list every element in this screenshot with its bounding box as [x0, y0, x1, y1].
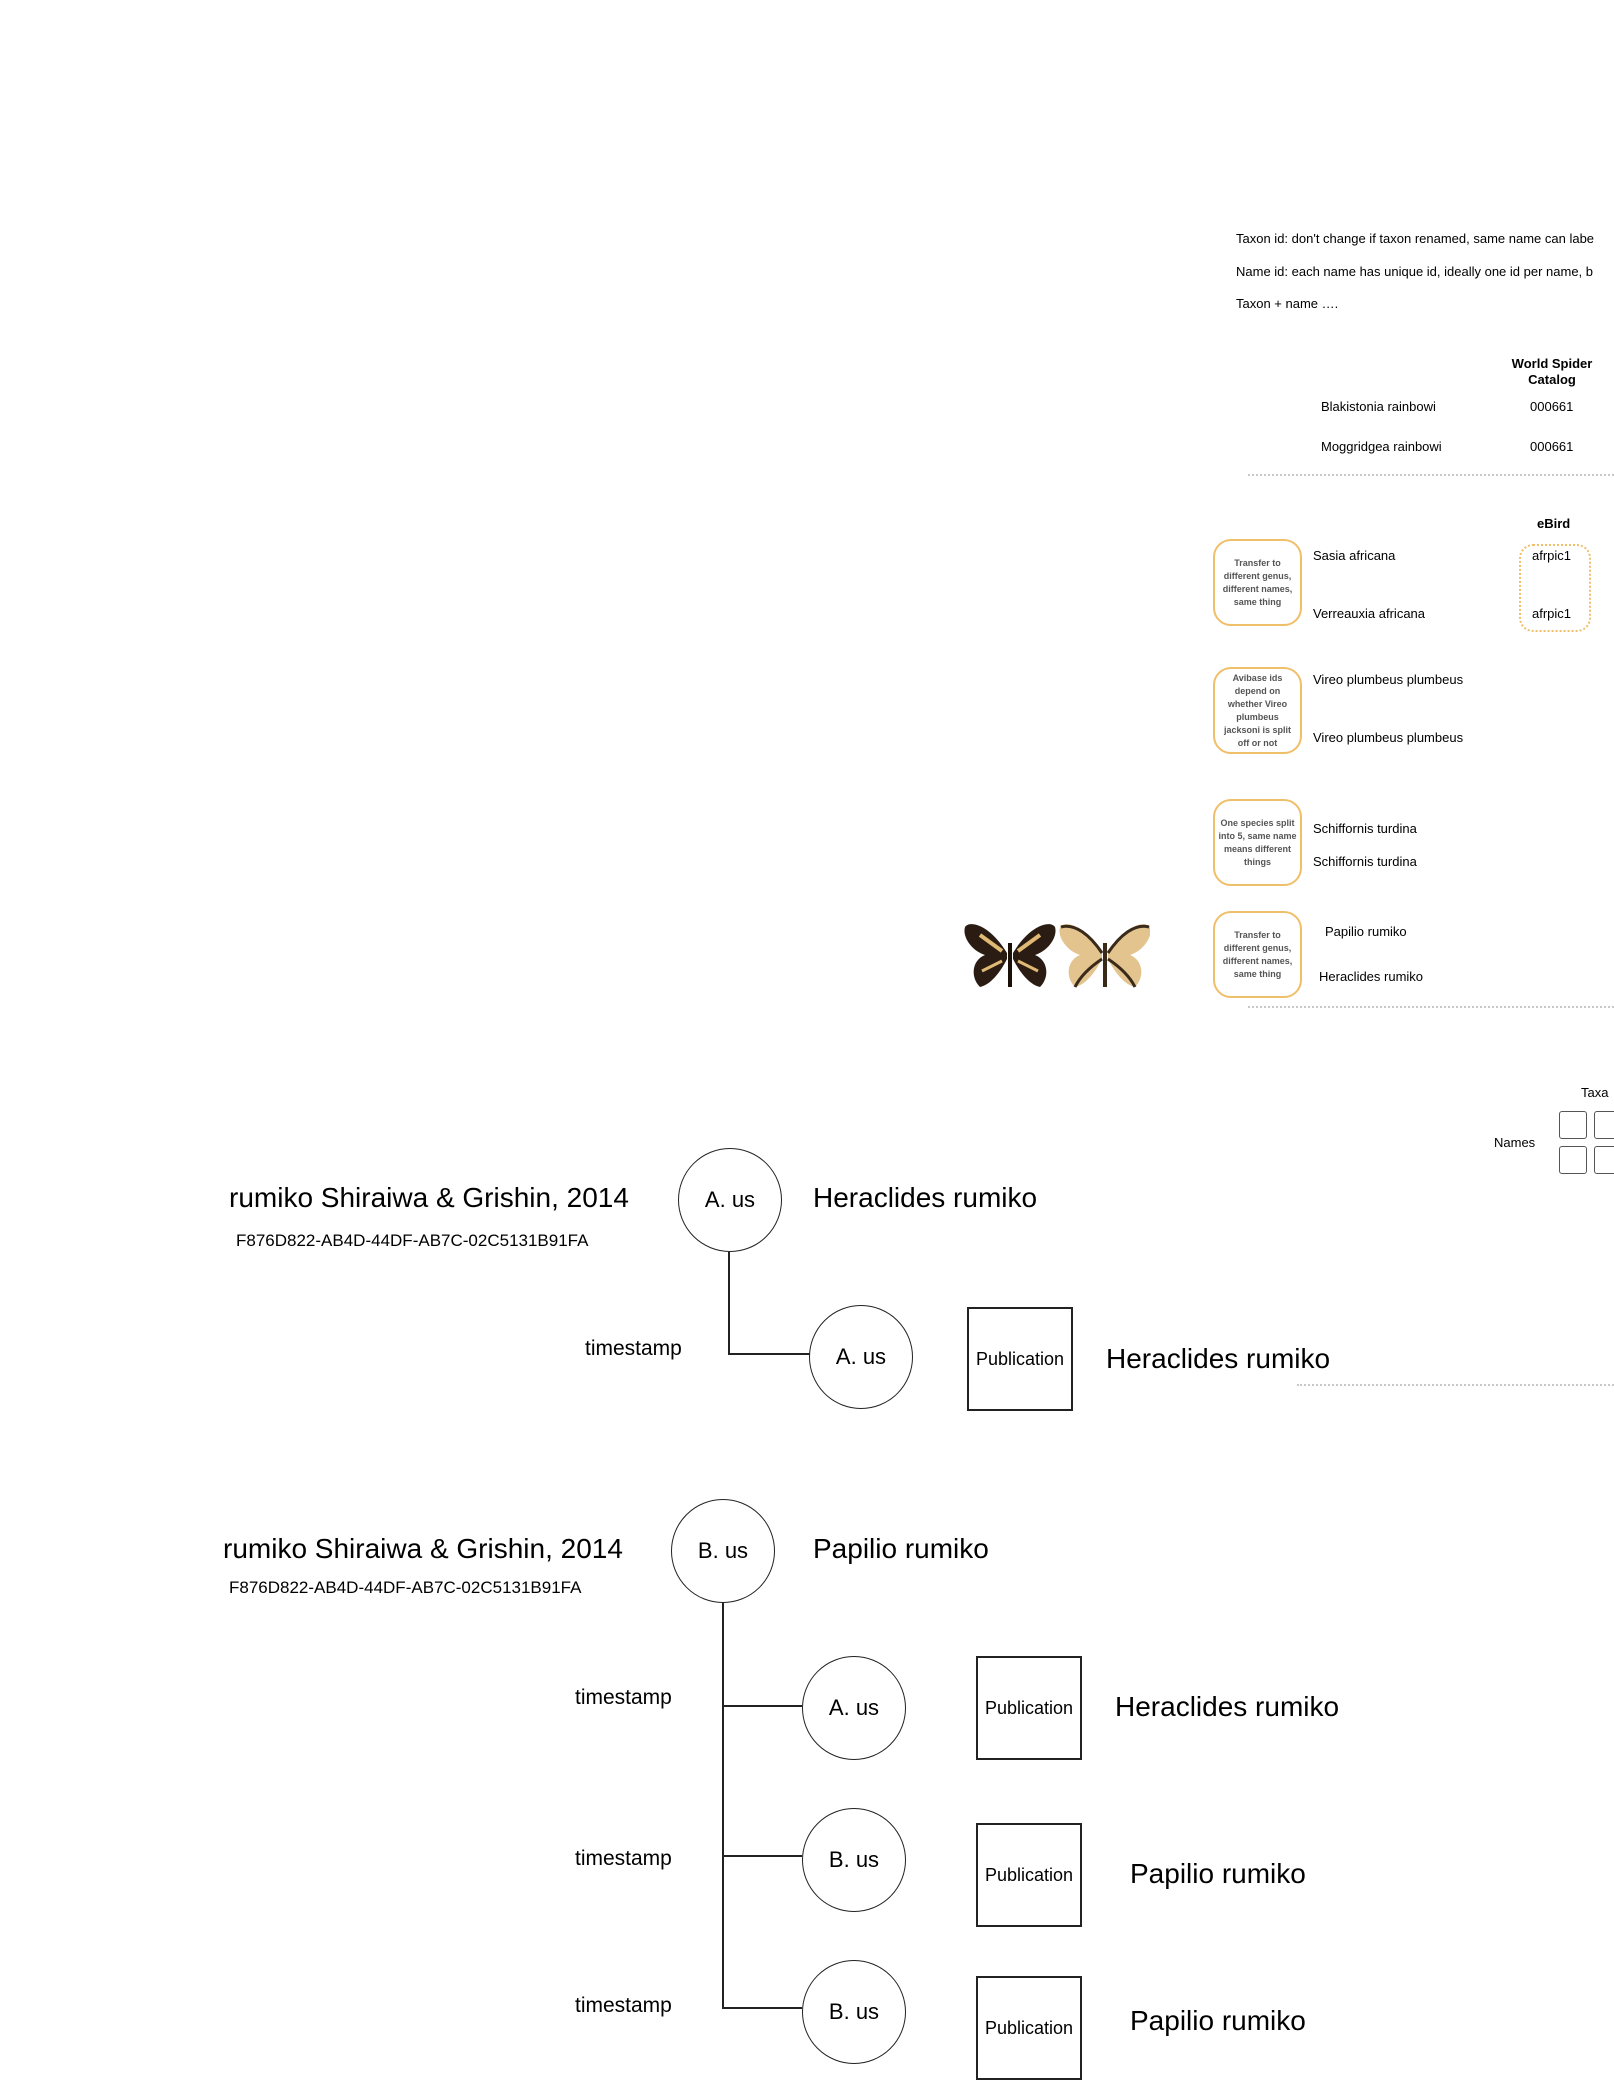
- wsc-name-2: Moggridgea rainbowi: [1321, 439, 1442, 454]
- notes-panel: Taxon id: don't change if taxon renamed,…: [1236, 225, 1614, 325]
- d2-child-name-2: Papilio rumiko: [1130, 1858, 1306, 1889]
- vireo-name-1: Vireo plumbeus plumbeus: [1313, 672, 1464, 687]
- d1-publication-box: Publication: [967, 1307, 1073, 1411]
- papilio-name-1: Papilio rumiko: [1325, 924, 1407, 939]
- callout-transfer-genus-2: Transfer to different genus, different n…: [1213, 911, 1302, 998]
- wsc-name-1: Blakistonia rainbowi: [1321, 399, 1436, 414]
- d1-child-node: A. us: [809, 1305, 913, 1409]
- d2-publication-box-2: Publication: [976, 1823, 1082, 1927]
- d1-title: rumiko Shiraiwa & Grishin, 2014: [229, 1182, 629, 1213]
- grid-cell: [1594, 1111, 1614, 1139]
- d2-title: rumiko Shiraiwa & Grishin, 2014: [223, 1533, 623, 1564]
- grid-cell: [1594, 1146, 1614, 1174]
- d2-uuid: F876D822-AB4D-44DF-AB7C-02C5131B91FA: [229, 1578, 582, 1597]
- d1-root-name: Heraclides rumiko: [813, 1182, 1038, 1213]
- note-taxon-name: Taxon + name ….: [1236, 296, 1339, 311]
- d2-connector-vertical: [722, 1603, 724, 2008]
- d2-root-name: Papilio rumiko: [813, 1533, 989, 1564]
- d2-root-node: B. us: [671, 1499, 775, 1603]
- butterfly-light-icon: [1059, 924, 1150, 988]
- butterfly-dark-icon: [964, 924, 1056, 987]
- d1-connector-horizontal: [728, 1353, 810, 1355]
- callout-species-split: One species split into 5, same name mean…: [1213, 799, 1302, 886]
- d2-timestamp-2: timestamp: [575, 1847, 672, 1870]
- ebird-name-2: Verreauxia africana: [1313, 606, 1426, 621]
- d2-child-node-2: B. us: [802, 1808, 906, 1912]
- d2-publication-box-3: Publication: [976, 1976, 1082, 2080]
- wsc-id-1: 000661: [1530, 399, 1574, 414]
- ebird-header: eBird: [1537, 516, 1571, 531]
- d2-connector-horizontal: [722, 1855, 802, 1857]
- ebird-name-1: Sasia africana: [1313, 548, 1396, 563]
- schiffornis-name-1: Schiffornis turdina: [1313, 821, 1417, 836]
- note-name-id: Name id: each name has unique id, ideall…: [1236, 264, 1593, 279]
- d2-child-node-3: B. us: [802, 1960, 906, 2064]
- callout-avibase: Avibase ids depend on whether Vireo plum…: [1213, 667, 1302, 754]
- divider-2: [1248, 1006, 1614, 1008]
- butterfly-images: [964, 924, 1150, 988]
- d2-child-name-3: Papilio rumiko: [1130, 2005, 1306, 2036]
- d2-publication-box-1: Publication: [976, 1656, 1082, 1760]
- grid-names-label: Names: [1494, 1135, 1536, 1150]
- d1-connector-vertical: [728, 1252, 730, 1355]
- ebird-id-1: afrpic1: [1532, 548, 1572, 563]
- note-taxon-id: Taxon id: don't change if taxon renamed,…: [1236, 231, 1595, 246]
- d2-connector-horizontal: [722, 2007, 802, 2009]
- grid-cell: [1559, 1111, 1587, 1139]
- d2-timestamp-1: timestamp: [575, 1686, 672, 1709]
- wsc-header: World Spider Catalog: [1511, 356, 1593, 387]
- grid-cell: [1559, 1146, 1587, 1174]
- divider-3: [1297, 1384, 1614, 1386]
- wsc-id-2: 000661: [1530, 439, 1574, 454]
- ebird-id-2: afrpic1: [1532, 606, 1572, 621]
- grid-taxa-label: Taxa: [1581, 1085, 1609, 1100]
- d1-root-node: A. us: [678, 1148, 782, 1252]
- d2-timestamp-3: timestamp: [575, 1994, 672, 2017]
- schiffornis-name-2: Schiffornis turdina: [1313, 854, 1417, 869]
- papilio-name-2: Heraclides rumiko: [1319, 969, 1424, 984]
- d1-uuid: F876D822-AB4D-44DF-AB7C-02C5131B91FA: [236, 1231, 589, 1250]
- d1-timestamp: timestamp: [585, 1337, 682, 1360]
- divider-1: [1248, 474, 1614, 476]
- d2-child-node-1: A. us: [802, 1656, 906, 1760]
- d2-connector-horizontal: [722, 1705, 802, 1707]
- d2-child-name-1: Heraclides rumiko: [1115, 1691, 1340, 1722]
- vireo-name-2: Vireo plumbeus plumbeus: [1313, 730, 1464, 745]
- d1-child-name: Heraclides rumiko: [1106, 1343, 1331, 1374]
- callout-transfer-genus: Transfer to different genus, different n…: [1213, 539, 1302, 626]
